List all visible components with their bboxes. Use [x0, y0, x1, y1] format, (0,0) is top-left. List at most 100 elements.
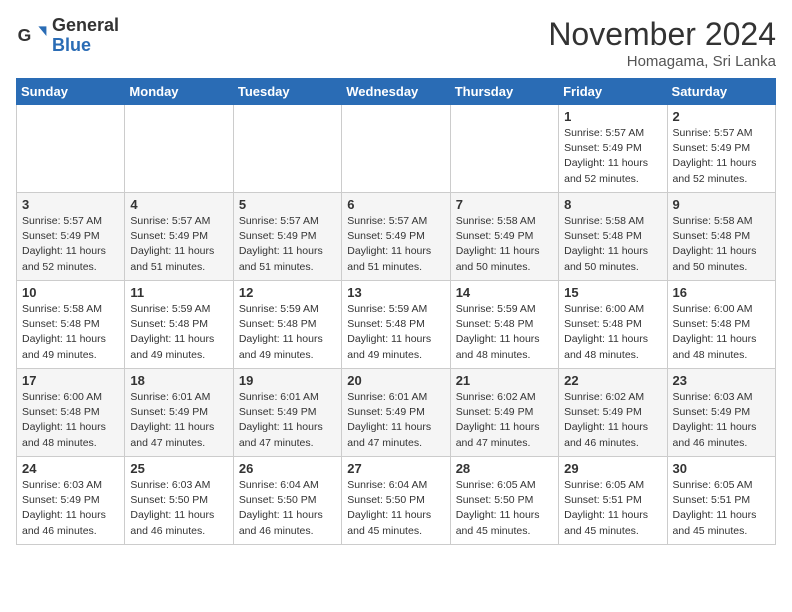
day-info: Sunrise: 5:59 AM Sunset: 5:48 PM Dayligh… [347, 302, 444, 363]
day-number: 28 [456, 461, 553, 476]
calendar-cell [342, 105, 450, 193]
calendar-header-row: SundayMondayTuesdayWednesdayThursdayFrid… [17, 79, 776, 105]
calendar-cell: 15Sunrise: 6:00 AM Sunset: 5:48 PM Dayli… [559, 281, 667, 369]
calendar-header-monday: Monday [125, 79, 233, 105]
day-number: 16 [673, 285, 770, 300]
day-info: Sunrise: 5:58 AM Sunset: 5:48 PM Dayligh… [564, 214, 661, 275]
day-number: 29 [564, 461, 661, 476]
calendar-cell: 4 Sunrise: 5:57 AM Sunset: 5:49 PM Daylig… [125, 193, 233, 281]
logo-blue: Blue [52, 36, 119, 56]
calendar-cell [233, 105, 341, 193]
calendar-cell: 7 Sunrise: 5:58 AM Sunset: 5:49 PM Daylig… [450, 193, 558, 281]
day-info: Sunrise: 5:59 AM Sunset: 5:48 PM Dayligh… [130, 302, 227, 363]
page-header: G General Blue November 2024 Homagama, S… [16, 16, 776, 70]
calendar-cell: 23Sunrise: 6:03 AM Sunset: 5:49 PM Dayli… [667, 369, 775, 457]
day-info: Sunrise: 5:57 AM Sunset: 5:49 PM Dayligh… [239, 214, 336, 275]
day-info: Sunrise: 6:05 AM Sunset: 5:50 PM Dayligh… [456, 478, 553, 539]
calendar-cell: 18 Sunrise: 6:01 AM Sunset: 5:49 PM Dayli… [125, 369, 233, 457]
calendar-cell: 11 Sunrise: 5:59 AM Sunset: 5:48 PM Dayli… [125, 281, 233, 369]
calendar-cell: 25 Sunrise: 6:03 AM Sunset: 5:50 PM Dayli… [125, 457, 233, 545]
day-info: Sunrise: 5:57 AM Sunset: 5:49 PM Dayligh… [130, 214, 227, 275]
day-info: Sunrise: 6:01 AM Sunset: 5:49 PM Dayligh… [239, 390, 336, 451]
calendar-cell: 26Sunrise: 6:04 AM Sunset: 5:50 PM Dayli… [233, 457, 341, 545]
day-info: Sunrise: 5:58 AM Sunset: 5:48 PM Dayligh… [673, 214, 770, 275]
day-info: Sunrise: 5:59 AM Sunset: 5:48 PM Dayligh… [456, 302, 553, 363]
day-number: 9 [673, 197, 770, 212]
day-number: 4 [130, 197, 227, 212]
day-info: Sunrise: 6:03 AM Sunset: 5:49 PM Dayligh… [22, 478, 119, 539]
calendar-week-0: 1 Sunrise: 5:57 AM Sunset: 5:49 PM Daylig… [17, 105, 776, 193]
day-number: 22 [564, 373, 661, 388]
day-number: 18 [130, 373, 227, 388]
day-info: Sunrise: 6:01 AM Sunset: 5:49 PM Dayligh… [347, 390, 444, 451]
calendar-header-tuesday: Tuesday [233, 79, 341, 105]
calendar-cell: 20Sunrise: 6:01 AM Sunset: 5:49 PM Dayli… [342, 369, 450, 457]
calendar-cell: 6 Sunrise: 5:57 AM Sunset: 5:49 PM Daylig… [342, 193, 450, 281]
calendar-cell [17, 105, 125, 193]
day-number: 1 [564, 109, 661, 124]
day-info: Sunrise: 6:05 AM Sunset: 5:51 PM Dayligh… [673, 478, 770, 539]
calendar-cell: 2 Sunrise: 5:57 AM Sunset: 5:49 PM Daylig… [667, 105, 775, 193]
day-number: 30 [673, 461, 770, 476]
logo-text: General Blue [52, 16, 119, 56]
day-number: 13 [347, 285, 444, 300]
day-info: Sunrise: 5:57 AM Sunset: 5:49 PM Dayligh… [347, 214, 444, 275]
day-number: 5 [239, 197, 336, 212]
day-number: 7 [456, 197, 553, 212]
day-info: Sunrise: 6:00 AM Sunset: 5:48 PM Dayligh… [22, 390, 119, 451]
day-info: Sunrise: 5:59 AM Sunset: 5:48 PM Dayligh… [239, 302, 336, 363]
calendar-header-saturday: Saturday [667, 79, 775, 105]
svg-text:G: G [18, 25, 32, 45]
calendar-cell: 8 Sunrise: 5:58 AM Sunset: 5:48 PM Daylig… [559, 193, 667, 281]
calendar-cell: 14 Sunrise: 5:59 AM Sunset: 5:48 PM Dayli… [450, 281, 558, 369]
calendar-cell: 27Sunrise: 6:04 AM Sunset: 5:50 PM Dayli… [342, 457, 450, 545]
day-info: Sunrise: 5:58 AM Sunset: 5:48 PM Dayligh… [22, 302, 119, 363]
calendar-cell: 9 Sunrise: 5:58 AM Sunset: 5:48 PM Daylig… [667, 193, 775, 281]
day-info: Sunrise: 6:02 AM Sunset: 5:49 PM Dayligh… [564, 390, 661, 451]
calendar-week-2: 10Sunrise: 5:58 AM Sunset: 5:48 PM Dayli… [17, 281, 776, 369]
day-number: 25 [130, 461, 227, 476]
calendar-cell: 30 Sunrise: 6:05 AM Sunset: 5:51 PM Dayli… [667, 457, 775, 545]
calendar-table: SundayMondayTuesdayWednesdayThursdayFrid… [16, 78, 776, 545]
calendar-cell [125, 105, 233, 193]
day-info: Sunrise: 6:03 AM Sunset: 5:49 PM Dayligh… [673, 390, 770, 451]
calendar-cell: 24 Sunrise: 6:03 AM Sunset: 5:49 PM Dayli… [17, 457, 125, 545]
calendar-body: 1 Sunrise: 5:57 AM Sunset: 5:49 PM Daylig… [17, 105, 776, 545]
logo-general: General [52, 16, 119, 36]
calendar-cell: 16 Sunrise: 6:00 AM Sunset: 5:48 PM Dayli… [667, 281, 775, 369]
day-info: Sunrise: 6:00 AM Sunset: 5:48 PM Dayligh… [673, 302, 770, 363]
calendar-week-4: 24 Sunrise: 6:03 AM Sunset: 5:49 PM Dayli… [17, 457, 776, 545]
calendar-cell [450, 105, 558, 193]
day-info: Sunrise: 6:02 AM Sunset: 5:49 PM Dayligh… [456, 390, 553, 451]
day-number: 19 [239, 373, 336, 388]
calendar-cell: 3 Sunrise: 5:57 AM Sunset: 5:49 PM Daylig… [17, 193, 125, 281]
logo: G General Blue [16, 16, 119, 56]
calendar-week-1: 3 Sunrise: 5:57 AM Sunset: 5:49 PM Daylig… [17, 193, 776, 281]
day-number: 3 [22, 197, 119, 212]
day-number: 6 [347, 197, 444, 212]
day-number: 11 [130, 285, 227, 300]
logo-icon: G [16, 20, 48, 52]
title-block: November 2024 Homagama, Sri Lanka [548, 16, 776, 70]
day-info: Sunrise: 6:01 AM Sunset: 5:49 PM Dayligh… [130, 390, 227, 451]
calendar-cell: 29 Sunrise: 6:05 AM Sunset: 5:51 PM Dayli… [559, 457, 667, 545]
day-number: 14 [456, 285, 553, 300]
day-number: 24 [22, 461, 119, 476]
calendar-cell: 12 Sunrise: 5:59 AM Sunset: 5:48 PM Dayli… [233, 281, 341, 369]
day-number: 2 [673, 109, 770, 124]
day-info: Sunrise: 5:58 AM Sunset: 5:49 PM Dayligh… [456, 214, 553, 275]
day-info: Sunrise: 6:05 AM Sunset: 5:51 PM Dayligh… [564, 478, 661, 539]
day-info: Sunrise: 5:57 AM Sunset: 5:49 PM Dayligh… [22, 214, 119, 275]
day-info: Sunrise: 6:03 AM Sunset: 5:50 PM Dayligh… [130, 478, 227, 539]
day-info: Sunrise: 5:57 AM Sunset: 5:49 PM Dayligh… [673, 126, 770, 187]
calendar-week-3: 17Sunrise: 6:00 AM Sunset: 5:48 PM Dayli… [17, 369, 776, 457]
calendar-cell: 5 Sunrise: 5:57 AM Sunset: 5:49 PM Daylig… [233, 193, 341, 281]
day-number: 26 [239, 461, 336, 476]
day-number: 12 [239, 285, 336, 300]
calendar-cell: 21Sunrise: 6:02 AM Sunset: 5:49 PM Dayli… [450, 369, 558, 457]
day-info: Sunrise: 6:00 AM Sunset: 5:48 PM Dayligh… [564, 302, 661, 363]
calendar-cell: 22 Sunrise: 6:02 AM Sunset: 5:49 PM Dayli… [559, 369, 667, 457]
day-number: 8 [564, 197, 661, 212]
month-title: November 2024 [548, 16, 776, 53]
calendar-header-thursday: Thursday [450, 79, 558, 105]
